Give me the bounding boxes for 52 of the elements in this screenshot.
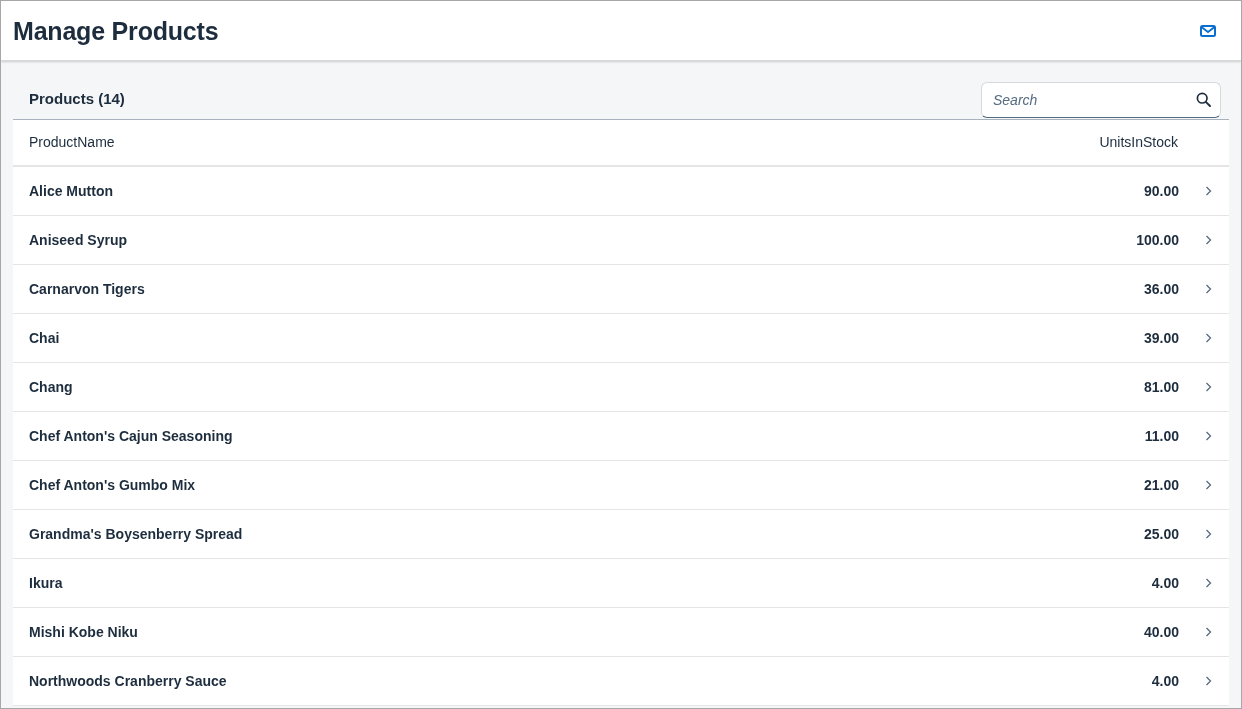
units-in-stock-cell-text: 4.00: [1151, 573, 1179, 593]
chevron-right-icon: [1205, 627, 1212, 637]
chevron-right-icon: [1205, 382, 1212, 392]
chevron-right-icon: [1205, 186, 1212, 196]
mail-button[interactable]: [1198, 22, 1218, 39]
chevron-right-icon: [1205, 529, 1212, 539]
product-name-cell-text: Carnarvon Tigers: [29, 279, 146, 299]
product-name-cell-text: Chef Anton's Gumbo Mix: [29, 475, 197, 495]
table-row[interactable]: Northwoods Cranberry Sauce 4.00: [13, 657, 1229, 706]
table-row[interactable]: Chef Anton's Cajun Seasoning 11.00: [13, 412, 1229, 461]
search-field[interactable]: Search: [981, 82, 1221, 118]
units-in-stock-cell-text: 39.00: [1143, 328, 1179, 348]
units-in-stock-cell-text: 90.00: [1143, 181, 1179, 201]
chevron-right-icon: [1205, 284, 1212, 294]
units-in-stock-cell-text: 40.00: [1143, 622, 1179, 642]
product-name-cell-text: Northwoods Cranberry Sauce: [29, 671, 228, 691]
chevron-right-icon: [1205, 333, 1212, 343]
table-row[interactable]: Chai 39.00: [13, 314, 1229, 363]
table-row[interactable]: Carnarvon Tigers 36.00: [13, 265, 1229, 314]
units-in-stock-cell-text: 21.00: [1143, 475, 1179, 495]
chevron-right-icon: [1205, 480, 1212, 490]
product-name-cell-text: Mishi Kobe Niku: [29, 622, 139, 642]
chevron-right-icon: [1205, 431, 1212, 441]
units-in-stock-cell-text: 100.00: [1136, 230, 1179, 250]
product-name-cell-text: Aniseed Syrup: [29, 230, 129, 250]
units-in-stock-cell-text: 25.00: [1143, 524, 1179, 544]
table-row[interactable]: Alice Mutton 90.00: [13, 167, 1229, 216]
product-name-cell-text: Ikura: [29, 573, 64, 593]
column-header: ProductName: [29, 133, 115, 152]
units-in-stock-cell-text: 4.00: [1151, 671, 1179, 691]
product-name-cell-text: Chef Anton's Cajun Seasoning: [29, 426, 234, 446]
search-icon[interactable]: [1196, 92, 1211, 107]
page-title: Manage Products: [13, 15, 219, 46]
chevron-right-icon: [1205, 578, 1212, 588]
product-name-cell-text: Alice Mutton: [29, 181, 114, 201]
units-in-stock-cell-text: 81.00: [1143, 377, 1179, 397]
table-row[interactable]: Chef Anton's Gumbo Mix 21.00: [13, 461, 1229, 510]
product-name-cell-text: Chai: [29, 328, 61, 348]
units-in-stock-cell-text: 11.00: [1144, 426, 1179, 446]
table-row[interactable]: Ikura 4.00: [13, 559, 1229, 608]
table-row[interactable]: Grandma's Boysenberry Spread 25.00: [13, 510, 1229, 559]
table-row[interactable]: Chang 81.00: [13, 363, 1229, 412]
mail-icon: [1200, 24, 1216, 37]
table-title: Products (14): [29, 89, 125, 110]
chevron-right-icon: [1205, 676, 1212, 686]
chevron-right-icon: [1205, 235, 1212, 245]
table-row[interactable]: Aniseed Syrup 100.00: [13, 216, 1229, 265]
units-in-stock-cell-text: 36.00: [1143, 279, 1179, 299]
column-header: UnitsInStock: [1099, 133, 1178, 152]
table-row[interactable]: Mishi Kobe Niku 40.00: [13, 608, 1229, 657]
product-name-cell-text: Grandma's Boysenberry Spread: [29, 524, 244, 544]
product-name-cell-text: Chang: [29, 377, 74, 397]
